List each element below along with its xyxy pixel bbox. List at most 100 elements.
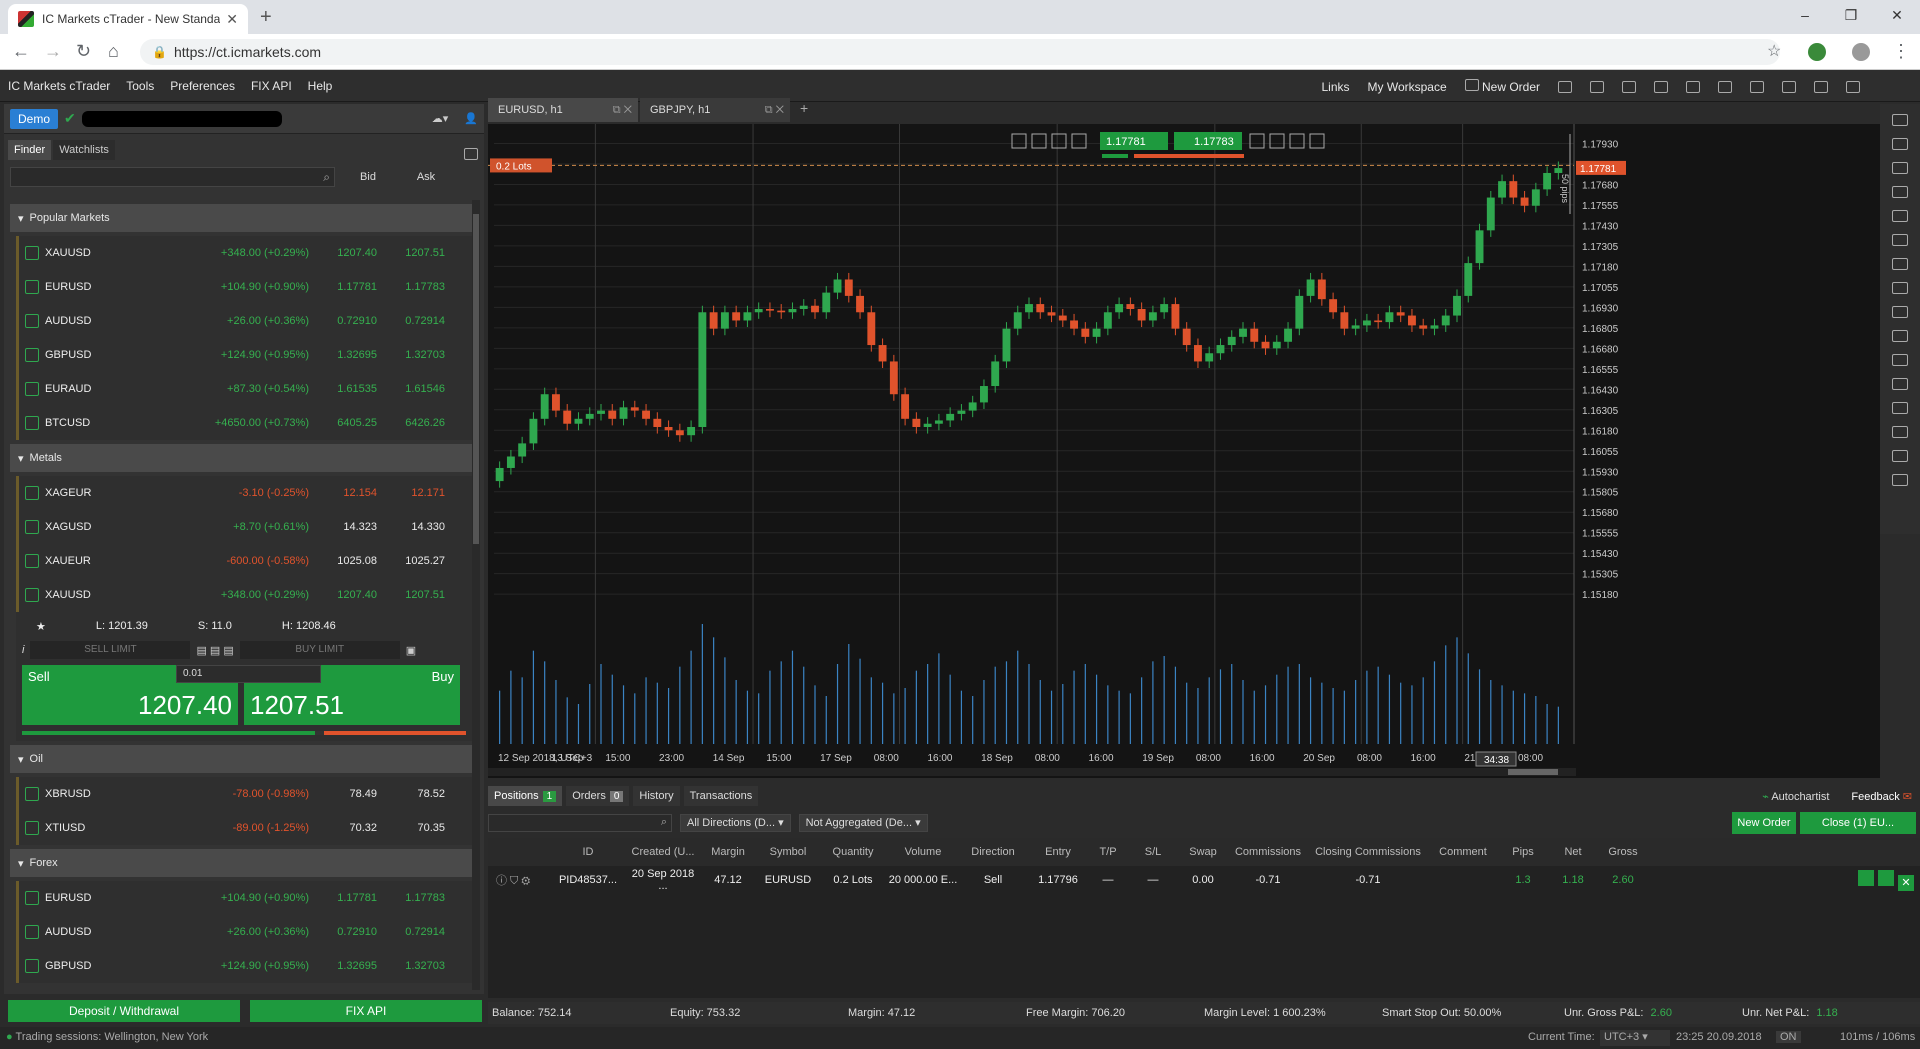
channel-icon[interactable] (1892, 330, 1908, 342)
candle-body[interactable] (1250, 328, 1259, 342)
candle-body[interactable] (1464, 263, 1473, 296)
candle-body[interactable] (732, 312, 741, 321)
symbol-ask[interactable]: 1.32703 (377, 960, 445, 972)
pitchfork-icon[interactable] (1892, 306, 1908, 318)
new-tab-icon[interactable]: + (260, 6, 272, 29)
column-header[interactable]: ID (548, 846, 628, 858)
close-window-icon[interactable]: ✕ (1874, 0, 1920, 30)
candle-body[interactable] (1103, 312, 1112, 329)
candle-body[interactable] (1531, 189, 1540, 206)
symbol-row[interactable]: XTIUSD -89.00 (-1.25%) 70.32 70.35 (16, 811, 472, 845)
chart-tab-eurusd[interactable]: EURUSD, h1 ⧉ ✕ (488, 98, 638, 122)
browser-menu-icon[interactable]: ⋮ (1892, 41, 1910, 62)
candle-body[interactable] (1284, 328, 1292, 342)
symbol-ask[interactable]: 78.52 (377, 788, 445, 800)
symbol-bid[interactable]: 1.61535 (309, 383, 377, 395)
search-icon[interactable]: ⌕ (661, 816, 667, 829)
layout-grid-icon[interactable] (1892, 114, 1908, 126)
close-positions-button[interactable]: Close (1) EU... (1800, 812, 1916, 834)
chart-scroll-thumb[interactable] (1508, 769, 1558, 775)
chart-svg[interactable]: 1.179301.178051.176801.175551.174301.173… (488, 124, 1880, 778)
tab-orders[interactable]: Orders 0 (566, 786, 630, 806)
autochartist-button[interactable]: ⌁ Autochartist (1762, 790, 1829, 803)
price-chart[interactable]: 1.179301.178051.176801.175551.174301.173… (488, 124, 1880, 778)
toolbar-video-icon[interactable] (1590, 80, 1604, 93)
candle-body[interactable] (1194, 345, 1202, 362)
symbol-ask[interactable]: 14.330 (377, 521, 445, 533)
zoom-icon[interactable] (1011, 133, 1027, 149)
feedback-button[interactable]: Feedback ✉ (1851, 790, 1912, 803)
quantity-stepper[interactable]: 0.01 (176, 665, 321, 683)
sentiment-icon[interactable] (1289, 133, 1305, 149)
symbol-ask[interactable]: 1.32703 (377, 349, 445, 361)
candle-body[interactable] (743, 312, 752, 321)
text-icon[interactable] (1892, 402, 1908, 414)
profile-icon[interactable] (1852, 43, 1870, 61)
symbol-ask[interactable]: 12.171 (377, 487, 445, 499)
deposit-withdrawal-button[interactable]: Deposit / Withdrawal (8, 1000, 240, 1022)
tab-history[interactable]: History (633, 786, 680, 806)
symbol-bid[interactable]: 14.323 (309, 521, 377, 533)
column-header[interactable]: Symbol (758, 846, 818, 858)
candle-body[interactable] (1216, 345, 1225, 354)
back-icon[interactable]: ← (12, 41, 30, 62)
candle-body[interactable] (709, 312, 718, 329)
candle-body[interactable] (878, 345, 887, 362)
order-ticket-icon[interactable]: ▣ (406, 644, 416, 657)
symbol-bid[interactable]: 70.32 (309, 822, 377, 834)
double-position-icon[interactable] (1878, 869, 1894, 886)
finder-search-input[interactable]: ⌕ (10, 167, 335, 187)
user-icon[interactable]: 👤 (464, 112, 478, 125)
symbol-ask[interactable]: 1.61546 (377, 383, 445, 395)
candle-body[interactable] (1520, 197, 1529, 206)
tab-watchlists[interactable]: Watchlists (53, 140, 115, 160)
candle-body[interactable] (912, 418, 921, 427)
candle-body[interactable] (563, 410, 572, 424)
symbol-bid[interactable]: 1207.40 (309, 247, 377, 259)
symbol-bid[interactable]: 1025.08 (309, 555, 377, 567)
symbol-ask[interactable]: 1025.27 (377, 555, 445, 567)
trendline-icon[interactable] (1892, 258, 1908, 270)
toolbar-fullscreen-icon[interactable] (1846, 80, 1860, 93)
candle-body[interactable] (1239, 328, 1247, 337)
tab-finder[interactable]: Finder (8, 140, 52, 160)
symbol-bid[interactable]: 6405.25 (309, 417, 377, 429)
candle-body[interactable] (991, 361, 1000, 387)
symbol-ask[interactable]: 0.72914 (377, 315, 445, 327)
candle-body[interactable] (889, 361, 898, 395)
tab-positions[interactable]: Positions 1 (488, 786, 563, 806)
symbol-row[interactable]: GBPUSD +124.90 (+0.95%) 1.32695 1.32703 (16, 949, 472, 983)
list-icon[interactable] (1249, 133, 1265, 149)
candle-body[interactable] (608, 410, 617, 419)
finder-options-icon[interactable] (464, 148, 478, 160)
symbol-bid[interactable]: 1.17781 (309, 892, 377, 904)
toolbar-panel-icon[interactable] (1814, 80, 1828, 93)
symbol-row[interactable]: XAUUSD +348.00 (+0.29%) 1207.40 1207.51 (16, 578, 472, 612)
candle-body[interactable] (1148, 312, 1157, 321)
row-actions-icon[interactable]: ⓘ ⛉ ⚙ (488, 872, 548, 888)
column-header[interactable]: Commissions (1228, 846, 1308, 858)
toolbar-settings-icon[interactable] (1654, 80, 1668, 93)
candle-body[interactable] (844, 279, 853, 296)
candle-body[interactable] (495, 467, 504, 482)
symbol-bid[interactable]: 0.72910 (309, 926, 377, 938)
symbol-bid[interactable]: 1.17781 (309, 281, 377, 293)
column-header[interactable]: Closing Commissions (1308, 846, 1428, 858)
star-icon[interactable]: ★ (36, 620, 46, 633)
column-header[interactable]: T/P (1088, 846, 1128, 858)
candle-body[interactable] (506, 456, 515, 468)
symbol-bid[interactable]: 1207.40 (309, 589, 377, 601)
column-header[interactable]: Direction (958, 846, 1028, 858)
column-header[interactable]: Entry (1028, 846, 1088, 858)
symbol-row[interactable]: AUDUSD +26.00 (+0.36%) 0.72910 0.72914 (16, 915, 472, 949)
reverse-position-icon[interactable] (1858, 869, 1874, 886)
maximize-icon[interactable]: ❐ (1828, 0, 1874, 30)
note-icon[interactable] (1892, 354, 1908, 366)
column-header[interactable]: Volume (888, 846, 958, 858)
split-chart-icon[interactable] (1892, 162, 1908, 174)
candle-body[interactable] (1070, 320, 1078, 329)
symbol-row[interactable]: EURUSD +104.90 (+0.90%) 1.17781 1.17783 (16, 270, 472, 304)
demo-badge[interactable]: Demo (10, 108, 59, 129)
candle-body[interactable] (901, 394, 910, 419)
positions-search-input[interactable]: ⌕ (488, 814, 672, 832)
